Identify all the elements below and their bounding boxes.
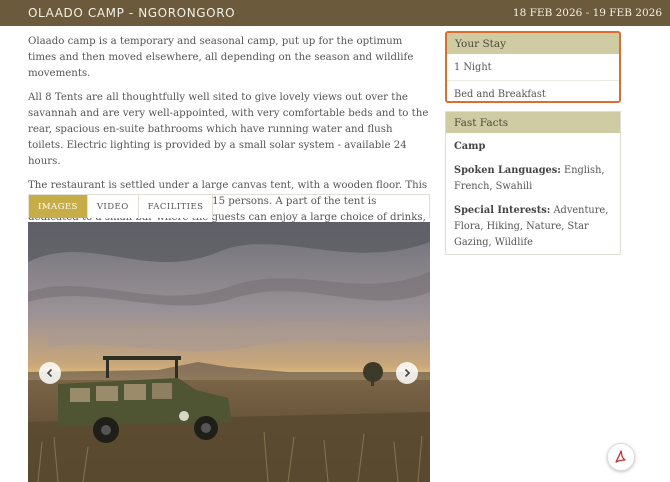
fast-facts-heading: Fast Facts [446, 112, 620, 133]
stay-board: Bed and Breakfast [447, 80, 619, 101]
sidebar: Your Stay 1 Night Bed and Breakfast Fast… [445, 31, 621, 255]
fast-facts-panel: Fast Facts Camp Spoken Languages: Englis… [445, 111, 621, 255]
chevron-right-icon [404, 368, 411, 378]
media-tabs: IMAGES VIDEO FACILITIES [28, 194, 430, 218]
gallery-image[interactable] [28, 222, 430, 482]
pdf-download-button[interactable] [607, 443, 635, 471]
chevron-left-icon [46, 368, 53, 378]
tab-video[interactable]: VIDEO [87, 195, 139, 218]
tab-images[interactable]: IMAGES [29, 195, 88, 218]
your-stay-heading: Your Stay [447, 33, 619, 54]
fact-interests-label: Special Interests: [454, 205, 551, 216]
tab-facilities[interactable]: FACILITIES [138, 195, 214, 218]
stay-dates: 18 FEB 2026 - 19 FEB 2026 [512, 7, 662, 19]
fact-type: Camp [446, 133, 620, 159]
your-stay-panel: Your Stay 1 Night Bed and Breakfast [445, 31, 621, 103]
safari-sunset-photo [28, 222, 430, 482]
description-paragraph: All 8 Tents are all thoughtfully well si… [28, 92, 429, 167]
fact-type-value: Camp [454, 141, 486, 152]
fact-languages: Spoken Languages: English, French, Swahi… [446, 159, 620, 199]
page-header: OLAADO CAMP - NGORONGORO 18 FEB 2026 - 1… [0, 0, 670, 26]
description-paragraph: Olaado camp is a temporary and seasonal … [28, 36, 414, 79]
pdf-icon [615, 450, 626, 463]
camp-title: OLAADO CAMP - NGORONGORO [28, 6, 236, 20]
gallery-prev-button[interactable] [39, 362, 61, 384]
gallery-next-button[interactable] [396, 362, 418, 384]
fact-interests: Special Interests: Adventure, Flora, Hik… [446, 199, 620, 255]
fact-languages-label: Spoken Languages: [454, 165, 561, 176]
stay-nights: 1 Night [454, 62, 492, 73]
